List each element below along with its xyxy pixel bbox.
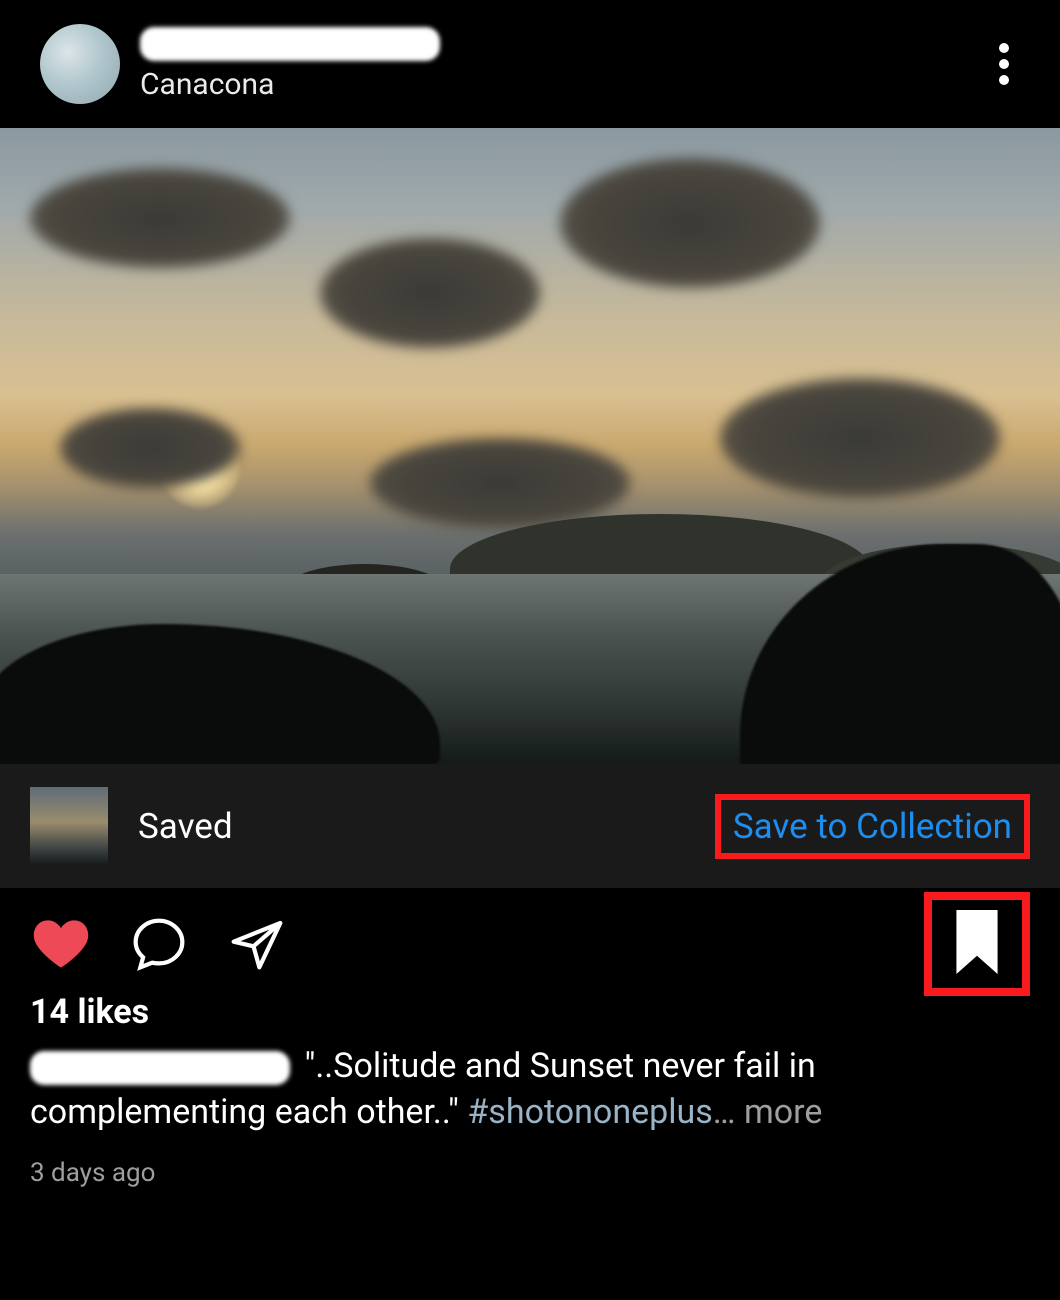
- post-header: Canacona: [0, 0, 1060, 128]
- like-button[interactable]: [30, 913, 92, 975]
- likes-count[interactable]: 14 likes: [0, 984, 1060, 1032]
- post-timestamp: 3 days ago: [0, 1136, 1060, 1188]
- saved-thumbnail: [30, 787, 108, 865]
- post-caption: "..Solitude and Sunset never fail in com…: [0, 1032, 1060, 1136]
- avatar[interactable]: [40, 24, 120, 104]
- heart-icon: [32, 918, 90, 970]
- save-to-collection-button[interactable]: Save to Collection: [715, 794, 1030, 859]
- location-label[interactable]: Canacona: [140, 67, 440, 102]
- more-options-button[interactable]: [978, 38, 1030, 90]
- post-action-bar: [0, 888, 1060, 984]
- username-redacted[interactable]: [140, 27, 440, 61]
- comment-icon: [131, 916, 187, 972]
- caption-more-button[interactable]: more: [744, 1092, 822, 1132]
- save-to-collection-label: Save to Collection: [733, 806, 1012, 847]
- bookmark-button[interactable]: [924, 892, 1030, 996]
- comment-button[interactable]: [128, 913, 190, 975]
- bookmark-icon: [948, 910, 1006, 974]
- caption-username-redacted[interactable]: [30, 1051, 290, 1085]
- caption-hashtag[interactable]: #shotononeplus: [467, 1092, 712, 1132]
- user-info: Canacona: [140, 27, 440, 102]
- saved-toast: Saved Save to Collection: [0, 764, 1060, 888]
- more-vertical-icon: [998, 42, 1010, 86]
- send-icon: [229, 916, 285, 972]
- share-button[interactable]: [226, 913, 288, 975]
- post-image[interactable]: [0, 128, 1060, 764]
- saved-label: Saved: [138, 806, 233, 847]
- caption-ellipsis: …: [713, 1092, 744, 1132]
